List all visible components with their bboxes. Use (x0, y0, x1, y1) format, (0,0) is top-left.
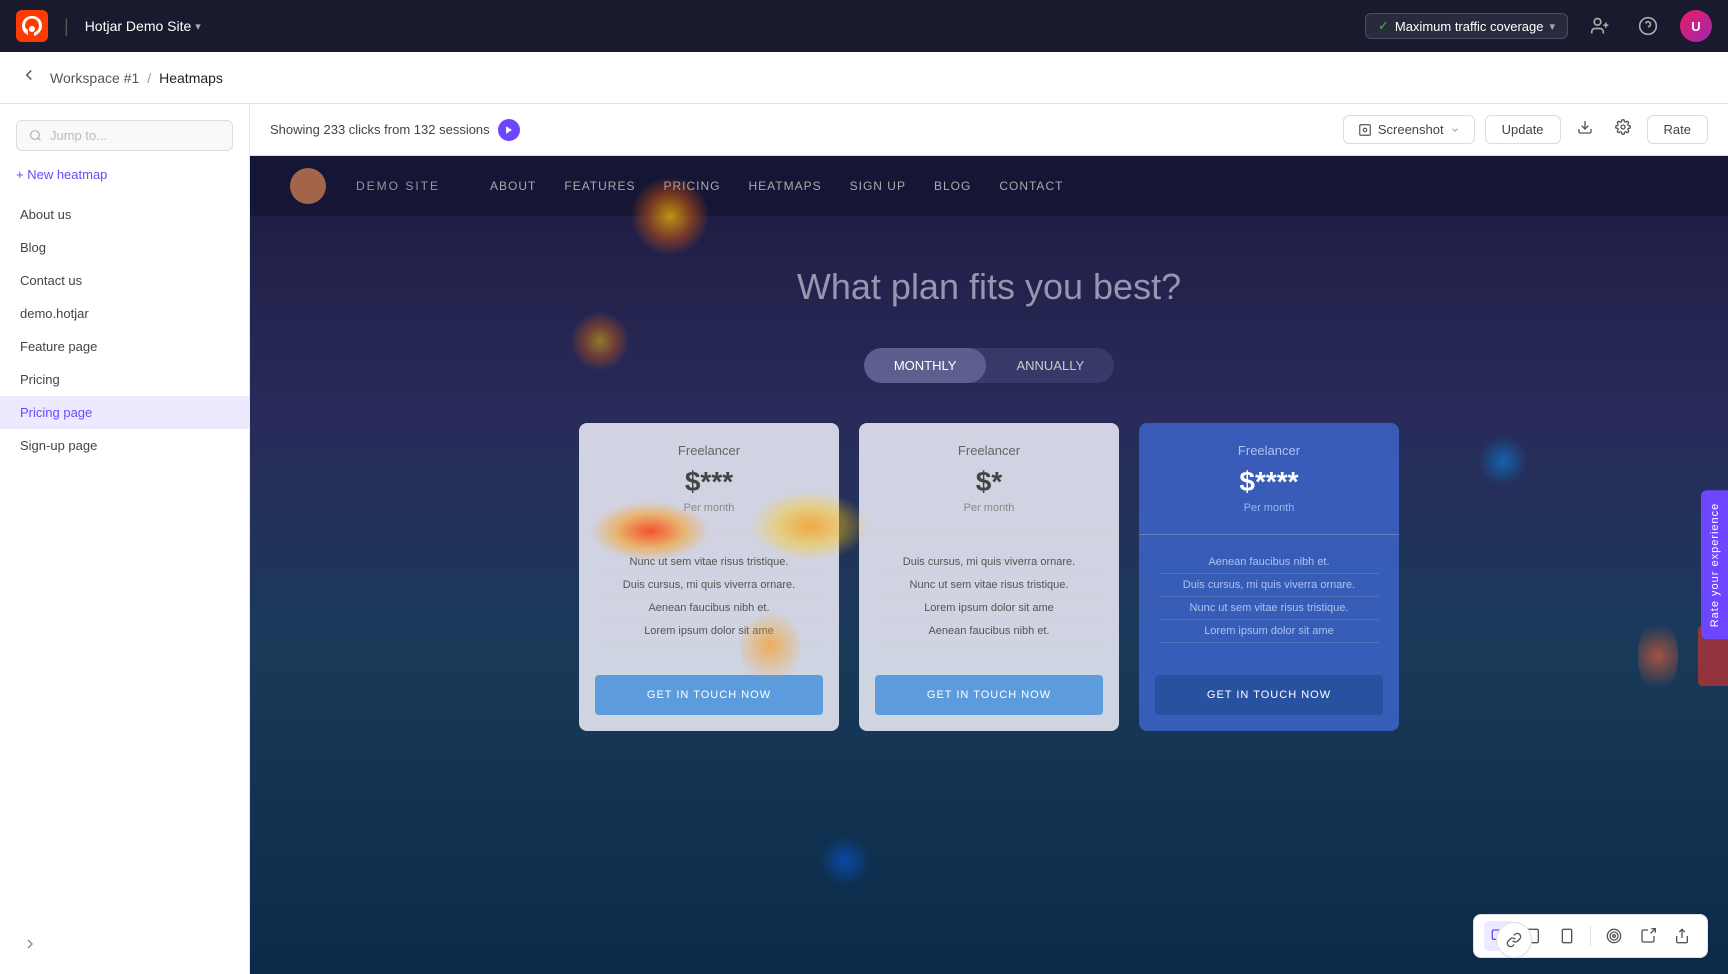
card-3-tier: Freelancer (1159, 443, 1379, 458)
demo-heading: What plan fits you best? (250, 266, 1728, 308)
card-3-price: $**** (1159, 466, 1379, 498)
card-1-feature-3: Aenean faucibus nibh et. (599, 597, 819, 620)
card-3-period: Per month (1159, 502, 1379, 514)
card-3-feature-4: Lorem ipsum dolor sit ame (1159, 620, 1379, 643)
card-1-cta[interactable]: GET IN TOUCH NOW (595, 675, 823, 715)
billing-toggle[interactable]: MONTHLY ANNUALLY (864, 348, 1114, 383)
demo-nav-heatmaps: HEATMAPS (749, 179, 822, 193)
check-icon: ✓ (1378, 18, 1389, 34)
rate-button[interactable]: Rate (1647, 115, 1708, 144)
sidebar-item-blog[interactable]: Blog (0, 231, 249, 264)
sidebar-item-demo-hotjar[interactable]: demo.hotjar (0, 297, 249, 330)
card-2-features: Duis cursus, mi quis viverra ornare. Nun… (859, 534, 1119, 659)
new-heatmap-button[interactable]: + New heatmap (16, 167, 233, 182)
monthly-option[interactable]: MONTHLY (864, 348, 987, 383)
top-navigation: | Hotjar Demo Site ▾ ✓ Maximum traffic c… (0, 0, 1728, 52)
content-area: Showing 233 clicks from 132 sessions Scr… (250, 104, 1728, 974)
card-2-period: Per month (879, 502, 1099, 514)
card-1-price: $*** (599, 466, 819, 498)
card-3-feature-2: Duis cursus, mi quis viverra ornare. (1159, 574, 1379, 597)
card-1-features: Nunc ut sem vitae risus tristique. Duis … (579, 534, 839, 659)
demo-nav-features: FEATURES (564, 179, 635, 193)
sidebar: Jump to... + New heatmap About us Blog C… (0, 104, 250, 974)
clip-button[interactable] (1633, 921, 1663, 951)
back-button[interactable] (20, 66, 38, 89)
pricing-card-2: Freelancer $* Per month Duis cursus, mi … (859, 423, 1119, 731)
heatmaps-breadcrumb: Heatmaps (159, 70, 223, 86)
settings-icon-button[interactable] (1609, 113, 1637, 146)
demo-logo (290, 168, 326, 204)
sub-navigation: Workspace #1 / Heatmaps (0, 52, 1728, 104)
heatmap-toolbar: Showing 233 clicks from 132 sessions Scr… (250, 104, 1728, 156)
mobile-view-button[interactable] (1552, 921, 1582, 951)
card-3-cta[interactable]: GET IN TOUCH NOW (1155, 675, 1383, 715)
demo-nav-about: ABOUT (490, 179, 536, 193)
session-info: Showing 233 clicks from 132 sessions (270, 119, 520, 141)
sidebar-item-pricing-page[interactable]: Pricing page (0, 396, 249, 429)
pricing-cards: Freelancer $*** Per month Nunc ut sem vi… (250, 423, 1728, 731)
update-button[interactable]: Update (1485, 115, 1561, 144)
card-3-features: Aenean faucibus nibh et. Duis cursus, mi… (1139, 534, 1399, 659)
card-3-feature-3: Nunc ut sem vitae risus tristique. (1159, 597, 1379, 620)
card-2-tier: Freelancer (879, 443, 1099, 458)
link-icon-button[interactable] (1496, 922, 1532, 958)
annually-option[interactable]: ANNUALLY (986, 348, 1114, 383)
traffic-label: Maximum traffic coverage (1395, 19, 1544, 34)
screenshot-button[interactable]: Screenshot (1343, 115, 1475, 144)
card-1-feature-2: Duis cursus, mi quis viverra ornare. (599, 574, 819, 597)
traffic-coverage-badge[interactable]: ✓ Maximum traffic coverage ▾ (1365, 13, 1568, 39)
card-1-feature-1: Nunc ut sem vitae risus tristique. (599, 551, 819, 574)
help-button[interactable] (1632, 10, 1664, 42)
sidebar-item-sign-up-page[interactable]: Sign-up page (0, 429, 249, 462)
heatmap-viewport[interactable]: DEMO SITE ABOUT FEATURES PRICING HEATMAP… (250, 156, 1728, 974)
card-2-feature-2: Nunc ut sem vitae risus tristique. (879, 574, 1099, 597)
main-layout: Jump to... + New heatmap About us Blog C… (0, 104, 1728, 974)
target-button[interactable] (1599, 921, 1629, 951)
download-button[interactable] (1571, 113, 1599, 146)
play-button[interactable] (498, 119, 520, 141)
demo-nav: DEMO SITE ABOUT FEATURES PRICING HEATMAP… (250, 156, 1728, 216)
card-2-cta[interactable]: GET IN TOUCH NOW (875, 675, 1103, 715)
pricing-card-3: Freelancer $**** Per month Aenean faucib… (1139, 423, 1399, 731)
card-2-feature-1: Duis cursus, mi quis viverra ornare. (879, 551, 1099, 574)
heat-spot-card-2 (820, 836, 870, 886)
pricing-card-1: Freelancer $*** Per month Nunc ut sem vi… (579, 423, 839, 731)
demo-nav-pricing: PRICING (663, 179, 720, 193)
toggle-area: MONTHLY ANNUALLY (250, 348, 1728, 383)
toolbar-divider-1 (1590, 926, 1591, 946)
demo-nav-signup: SIGN UP (850, 179, 906, 193)
sidebar-item-feature-page[interactable]: Feature page (0, 330, 249, 363)
search-input[interactable]: Jump to... (16, 120, 233, 151)
workspace-link[interactable]: Workspace #1 (50, 70, 139, 86)
sidebar-item-contact-us[interactable]: Contact us (0, 264, 249, 297)
card-3-feature-1: Aenean faucibus nibh et. (1159, 551, 1379, 574)
card-2-price: $* (879, 466, 1099, 498)
nav-separator: | (64, 16, 69, 37)
breadcrumb: Workspace #1 / Heatmaps (50, 70, 223, 86)
demo-nav-contact: CONTACT (999, 179, 1063, 193)
add-user-button[interactable] (1584, 10, 1616, 42)
demo-site: DEMO SITE ABOUT FEATURES PRICING HEATMAP… (250, 156, 1728, 974)
demo-nav-links: ABOUT FEATURES PRICING HEATMAPS SIGN UP … (490, 179, 1063, 193)
nav-right: ✓ Maximum traffic coverage ▾ U (1365, 10, 1712, 42)
card-2-feature-4: Aenean faucibus nibh et. (879, 620, 1099, 643)
site-name-button[interactable]: Hotjar Demo Site ▾ (85, 18, 201, 34)
toolbar-right: Screenshot Update Rate (1343, 113, 1708, 146)
card-1-period: Per month (599, 502, 819, 514)
card-2-feature-3: Lorem ipsum dolor sit ame (879, 597, 1099, 620)
collapse-sidebar-button[interactable] (16, 930, 44, 958)
card-1-tier: Freelancer (599, 443, 819, 458)
demo-nav-blog: BLOG (934, 179, 971, 193)
side-feedback-tab[interactable]: Rate your experience (1701, 491, 1728, 640)
sidebar-item-about-us[interactable]: About us (0, 198, 249, 231)
share-button[interactable] (1667, 921, 1697, 951)
hotjar-logo[interactable] (16, 10, 48, 42)
sidebar-item-pricing[interactable]: Pricing (0, 363, 249, 396)
demo-site-name: DEMO SITE (356, 179, 440, 193)
avatar[interactable]: U (1680, 10, 1712, 42)
card-1-feature-4: Lorem ipsum dolor sit ame (599, 620, 819, 643)
